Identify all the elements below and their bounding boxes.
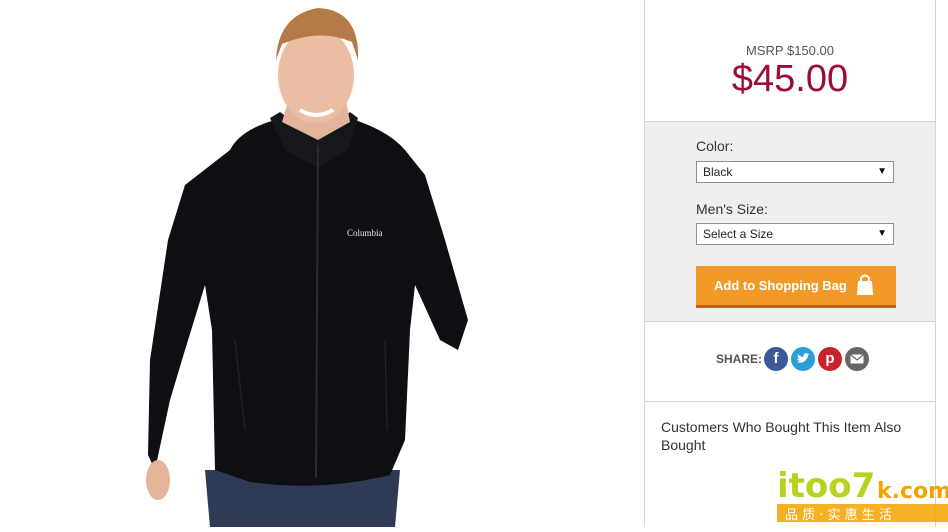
- watermark-tagline: 品 质 · 实 惠 生 活: [785, 508, 892, 523]
- share-section: SHARE: f p: [645, 322, 935, 402]
- sale-price: $45.00: [731, 58, 849, 100]
- jacket-photo: [146, 8, 468, 527]
- dropdown-arrow-icon: ▼: [877, 166, 887, 177]
- color-select[interactable]: Black ▼: [696, 161, 894, 183]
- purchase-panel: MSRP $150.00 $45.00 Color: Black ▼ Men's…: [644, 0, 936, 527]
- shopping-bag-icon: [857, 274, 873, 295]
- svg-text:itoo7: itoo7: [777, 466, 875, 506]
- price-box: MSRP $150.00 $45.00: [645, 0, 935, 122]
- pinterest-icon[interactable]: p: [818, 347, 842, 371]
- color-select-value: Black: [703, 165, 733, 179]
- add-to-bag-label: Add to Shopping Bag: [714, 278, 847, 293]
- size-select-value: Select a Size: [703, 227, 774, 241]
- also-bought-title: Customers Who Bought This Item Also Boug…: [661, 419, 902, 453]
- site-watermark: itoo7 k.com 品 质 · 实 惠 生 活: [777, 452, 948, 527]
- product-options: Color: Black ▼ Men's Size: Select a Size…: [645, 122, 935, 322]
- color-label: Color:: [696, 138, 734, 154]
- msrp-price: MSRP $150.00: [746, 43, 834, 58]
- share-label: SHARE:: [716, 352, 763, 366]
- brand-logo: Columbia: [347, 228, 383, 238]
- svg-text:k.com: k.com: [877, 479, 948, 504]
- dropdown-arrow-icon: ▼: [877, 228, 887, 239]
- add-to-bag-button[interactable]: Add to Shopping Bag: [696, 266, 896, 308]
- email-icon[interactable]: [845, 347, 869, 371]
- size-select[interactable]: Select a Size ▼: [696, 223, 894, 245]
- product-image[interactable]: Columbia: [0, 0, 644, 527]
- facebook-icon[interactable]: f: [764, 347, 788, 371]
- size-label: Men's Size:: [696, 201, 768, 217]
- twitter-icon[interactable]: [791, 347, 815, 371]
